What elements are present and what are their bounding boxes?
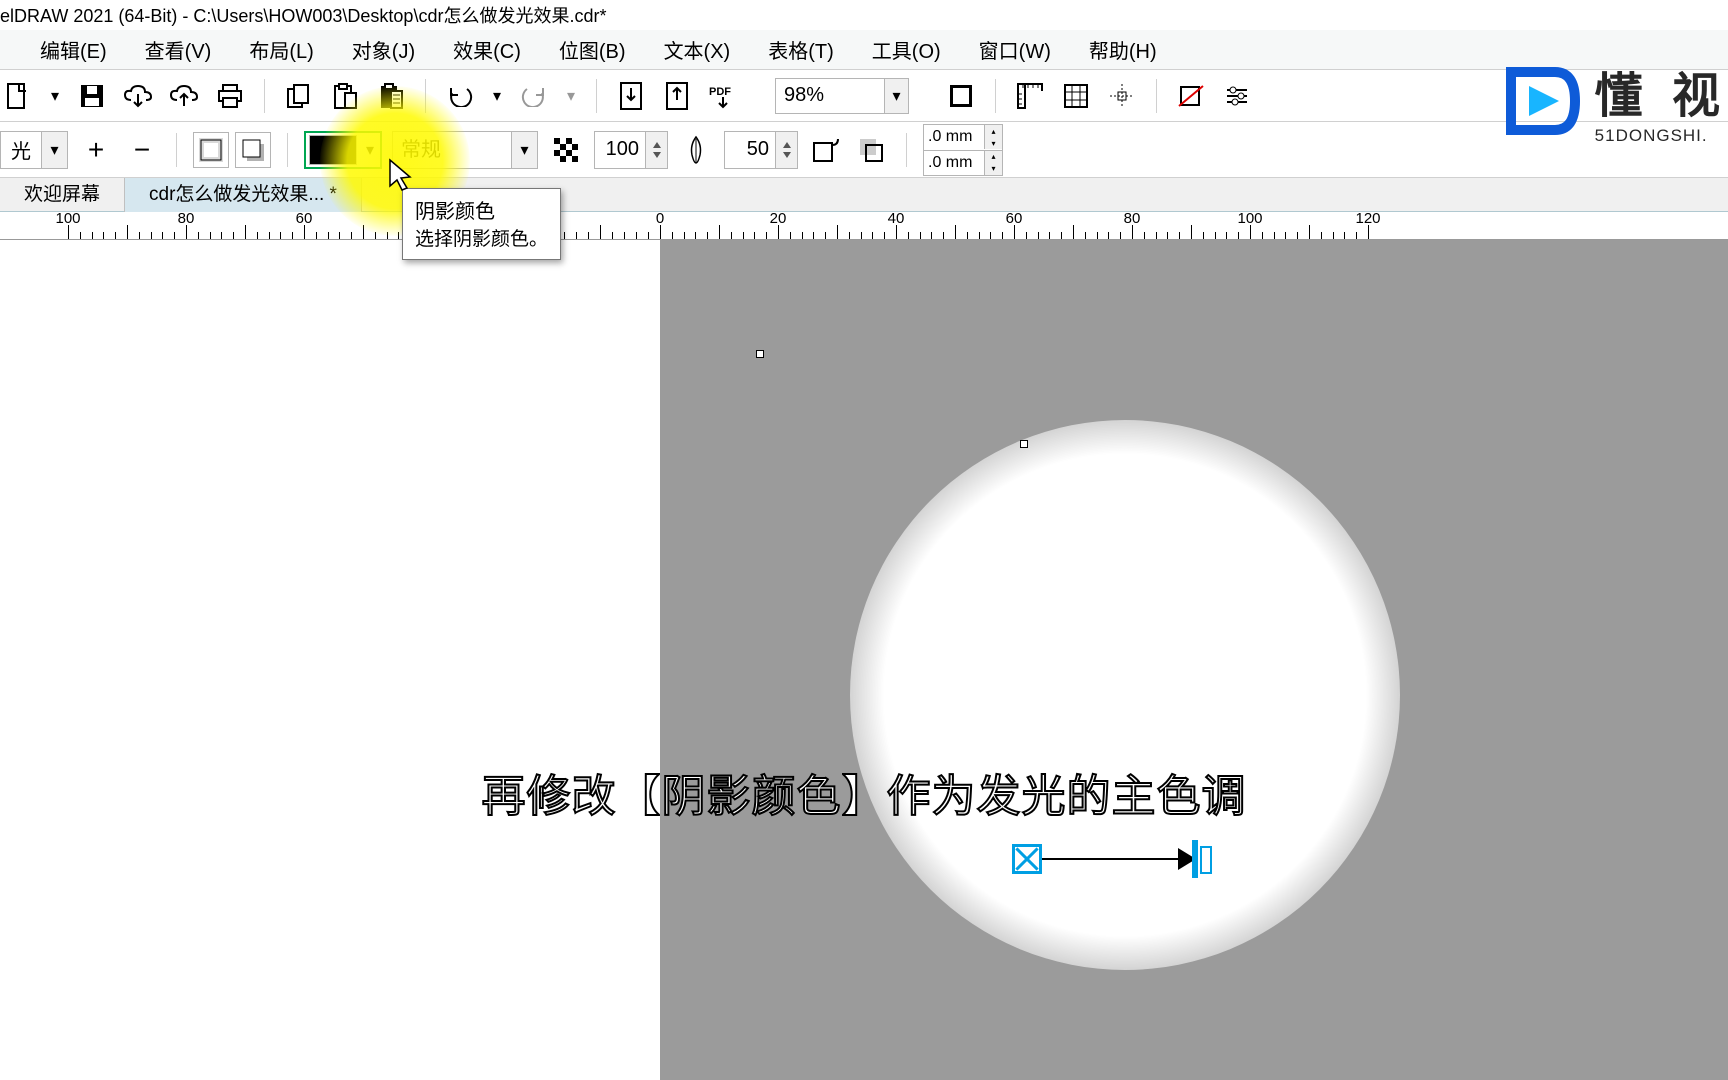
ruler-label: 0 [656,212,664,227]
ruler-label: 100 [1237,212,1262,227]
menu-layout[interactable]: 布局(L) [249,35,313,64]
offset-fields[interactable]: .0 mm▴▾ .0 mm▴▾ [923,124,1003,176]
rulers-icon[interactable] [1012,78,1048,114]
shadow-vector-line [1042,858,1182,860]
zoom-dropdown-icon[interactable]: ▾ [884,79,908,113]
new-dropdown-icon[interactable]: ▾ [46,86,64,106]
feather-edge-icon[interactable] [854,132,890,168]
shadow-end-handle[interactable] [1192,840,1198,878]
selection-handle[interactable] [756,350,764,358]
zoom-input[interactable] [776,79,884,113]
watermark-url: 51DONGSHI. [1595,126,1728,146]
menu-table[interactable]: 表格(T) [768,35,834,64]
cloud-up-icon[interactable] [166,78,202,114]
watermark: 懂 视 51DONGSHI. [1495,54,1728,148]
menu-bitmap[interactable]: 位图(B) [559,35,626,64]
opacity-field[interactable] [594,131,668,169]
svg-text:PDF: PDF [709,86,731,98]
feather-field[interactable] [724,131,798,169]
print-icon[interactable] [212,78,248,114]
mouse-cursor-icon [388,158,414,192]
guidelines-icon[interactable] [1104,78,1140,114]
feather-icon [678,132,714,168]
undo-dropdown-icon[interactable]: ▾ [488,86,506,106]
export-icon[interactable] [659,78,695,114]
subtitle-text: 再修改【阴影颜色】作为发光的主色调 [482,772,1247,821]
new-doc-icon[interactable] [0,78,36,114]
feather-input[interactable] [725,132,775,168]
title-bar: elDRAW 2021 (64-Bit) - C:\Users\HOW003\D… [0,0,1728,30]
menu-window[interactable]: 窗口(W) [979,35,1051,64]
horizontal-ruler: 10080604020020406080100120 [0,212,1728,240]
property-bar: 光 ▾ + − ▾ 常规 ▾ .0 mm▴▾ .0 mm▴▾ [0,122,1728,178]
offset-x-value: .0 mm [924,128,984,146]
watermark-brand: 懂 视 [1595,56,1728,126]
ruler-label: 80 [178,212,195,227]
opacity-nudge-icon[interactable] [645,132,667,168]
selection-handle[interactable] [1020,440,1028,448]
menu-edit[interactable]: 编辑(E) [40,35,107,64]
outer-shadow-icon[interactable] [235,132,271,168]
preset-combo[interactable]: 光 ▾ [0,131,68,169]
redo-dropdown-icon[interactable]: ▾ [562,86,580,106]
ruler-label: 20 [770,212,787,227]
preset-label: 光 [1,135,41,164]
ruler-label: 40 [888,212,905,227]
document-tabs: 欢迎屏幕 cdr怎么做发光效果... * [0,178,1728,212]
shadow-color-swatch [309,135,357,165]
circle-object[interactable] [850,420,1400,970]
feather-nudge-icon[interactable] [775,132,797,168]
clipboard-icon[interactable] [373,78,409,114]
import-icon[interactable] [613,78,649,114]
menu-text[interactable]: 文本(X) [664,35,731,64]
menu-bar: 编辑(E) 查看(V) 布局(L) 对象(J) 效果(C) 位图(B) 文本(X… [0,30,1728,70]
tab-welcome[interactable]: 欢迎屏幕 [0,178,125,212]
menu-tools[interactable]: 工具(O) [872,35,941,64]
menu-object[interactable]: 对象(J) [352,35,415,64]
canvas-area[interactable] [0,240,1728,1080]
tooltip: 阴影颜色 选择阴影颜色。 [402,188,561,260]
shadow-color-dropdown-icon[interactable]: ▾ [360,140,380,160]
blend-dropdown-icon[interactable]: ▾ [511,132,537,168]
pdf-icon[interactable]: PDF [705,78,741,114]
redo-icon[interactable] [516,78,552,114]
transparency-icon [548,132,584,168]
feather-direction-icon[interactable] [808,132,844,168]
copy-icon[interactable] [281,78,317,114]
watermark-logo-icon [1495,54,1589,148]
shadow-start-handle[interactable] [1012,844,1042,874]
tooltip-title: 阴影颜色 [415,195,548,224]
tab-document[interactable]: cdr怎么做发光效果... * [125,178,362,212]
opacity-input[interactable] [595,132,645,168]
menu-effects[interactable]: 效果(C) [453,35,521,64]
shadow-color-button[interactable]: ▾ [304,131,382,169]
menu-help[interactable]: 帮助(H) [1089,35,1157,64]
fullscreen-icon[interactable] [943,78,979,114]
undo-icon[interactable] [442,78,478,114]
shadow-end-handle-b[interactable] [1200,846,1212,874]
inner-shadow-icon[interactable] [193,132,229,168]
snap-off-icon[interactable] [1173,78,1209,114]
paste-icon[interactable] [327,78,363,114]
tooltip-desc: 选择阴影颜色。 [415,224,548,251]
ruler-label: 60 [296,212,313,227]
zoom-combo[interactable]: ▾ [775,78,909,114]
add-preset-button[interactable]: + [78,132,114,168]
ruler-label: 100 [55,212,80,227]
ruler-label: 120 [1355,212,1380,227]
options-icon[interactable] [1219,78,1255,114]
remove-preset-button[interactable]: − [124,132,160,168]
menu-view[interactable]: 查看(V) [145,35,212,64]
ruler-label: 80 [1124,212,1141,227]
window-title: elDRAW 2021 (64-Bit) - C:\Users\HOW003\D… [0,2,606,28]
offset-y-value: .0 mm [924,154,984,172]
preset-dropdown-icon[interactable]: ▾ [41,132,67,168]
save-icon[interactable] [74,78,110,114]
standard-toolbar: ▾ ▾ ▾ PDF ▾ [0,70,1728,122]
cloud-down-icon[interactable] [120,78,156,114]
subtitle-caption: 再修改【阴影颜色】作为发光的主色调 [0,760,1728,824]
ruler-label: 60 [1006,212,1023,227]
grid-icon[interactable] [1058,78,1094,114]
